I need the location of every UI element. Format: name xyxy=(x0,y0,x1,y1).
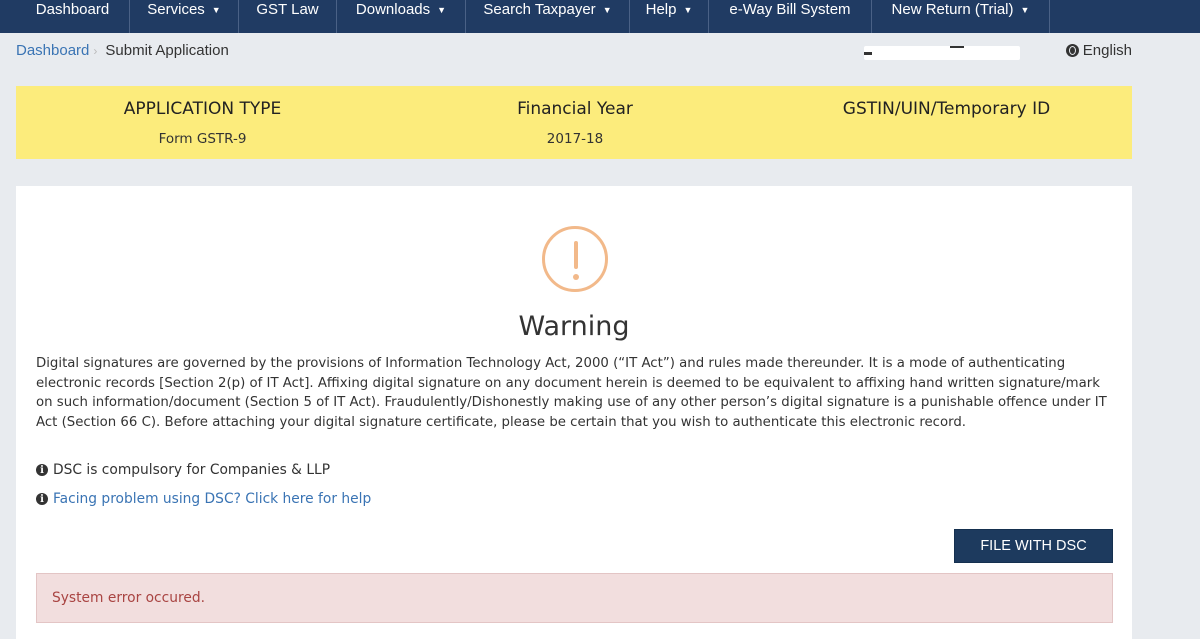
info-icon: i xyxy=(36,493,48,505)
nav-item-gst-law[interactable]: GST Law xyxy=(239,0,337,33)
dsc-help-link-text: Facing problem using DSC? Click here for… xyxy=(53,491,372,507)
gstin-value-redacted xyxy=(864,46,1020,60)
breadcrumb-current: Submit Application xyxy=(105,42,229,59)
nav-item-new-return[interactable]: New Return (Trial) ▼ xyxy=(872,0,1050,33)
caret-down-icon: ▼ xyxy=(602,5,612,15)
caret-down-icon: ▼ xyxy=(437,5,447,15)
gstin-label: GSTIN/UIN/Temporary ID xyxy=(842,99,1051,119)
nav-item-search-taxpayer[interactable]: Search Taxpayer ▼ xyxy=(466,0,630,33)
exclamation-bar xyxy=(574,241,578,269)
caret-down-icon: ▼ xyxy=(1020,5,1030,15)
nav-item-label: GST Law xyxy=(256,1,319,18)
globe-icon xyxy=(1065,44,1079,57)
nav-item-help[interactable]: Help ▼ xyxy=(630,0,709,33)
exclamation-circle-icon xyxy=(542,226,608,292)
nav-item-label: New Return (Trial) xyxy=(891,1,1014,18)
caret-down-icon: ▼ xyxy=(211,5,221,15)
nav-item-label: Dashboard xyxy=(35,1,110,18)
exclamation-dot xyxy=(573,274,579,280)
warning-body-text: Digital signatures are governed by the p… xyxy=(36,356,1107,430)
nav-item-eway-bill[interactable]: e-Way Bill System xyxy=(709,0,872,33)
dsc-compulsory-note: i DSC is compulsory for Companies & LLP xyxy=(36,462,330,478)
breadcrumb-separator: › xyxy=(93,43,98,58)
error-alert: System error occured. xyxy=(36,573,1113,623)
nav-item-label: e-Way Bill System xyxy=(729,1,851,18)
nav-item-services[interactable]: Services ▼ xyxy=(130,0,239,33)
caret-down-icon: ▼ xyxy=(683,5,693,15)
financial-year-column: Financial Year 2017-18 xyxy=(389,86,761,147)
application-type-label: APPLICATION TYPE xyxy=(123,99,282,119)
nav-item-label: Search Taxpayer xyxy=(483,1,596,18)
nav-item-label: Help xyxy=(645,1,677,18)
language-selector[interactable]: English xyxy=(1065,42,1132,59)
language-label: English xyxy=(1082,42,1132,59)
info-icon: i xyxy=(36,464,48,476)
application-info-band: APPLICATION TYPE Form GSTR-9 Financial Y… xyxy=(16,86,1132,159)
nav-item-label: Services xyxy=(147,1,205,18)
top-navigation-bar: Dashboard Services ▼ GST Law Downloads ▼ S… xyxy=(0,0,1200,33)
breadcrumb-dashboard-link[interactable]: Dashboard xyxy=(16,42,89,59)
nav-item-dashboard[interactable]: Dashboard xyxy=(16,0,130,33)
application-type-column: APPLICATION TYPE Form GSTR-9 xyxy=(16,86,389,147)
financial-year-value: 2017-18 xyxy=(546,131,604,147)
gstin-column: GSTIN/UIN/Temporary ID xyxy=(761,86,1132,119)
financial-year-label: Financial Year xyxy=(517,99,633,119)
breadcrumb: Dashboard › Submit Application xyxy=(16,42,229,59)
dsc-help-link[interactable]: i Facing problem using DSC? Click here f… xyxy=(36,491,371,507)
nav-menu: Dashboard Services ▼ GST Law Downloads ▼ S… xyxy=(16,0,1050,33)
file-with-dsc-button[interactable]: FILE WITH DSC xyxy=(954,529,1113,563)
dsc-compulsory-text: DSC is compulsory for Companies & LLP xyxy=(53,462,331,478)
warning-title: Warning xyxy=(518,311,630,342)
nav-item-downloads[interactable]: Downloads ▼ xyxy=(337,0,466,33)
application-type-value: Form GSTR-9 xyxy=(158,131,247,147)
nav-item-label: Downloads xyxy=(355,1,431,18)
